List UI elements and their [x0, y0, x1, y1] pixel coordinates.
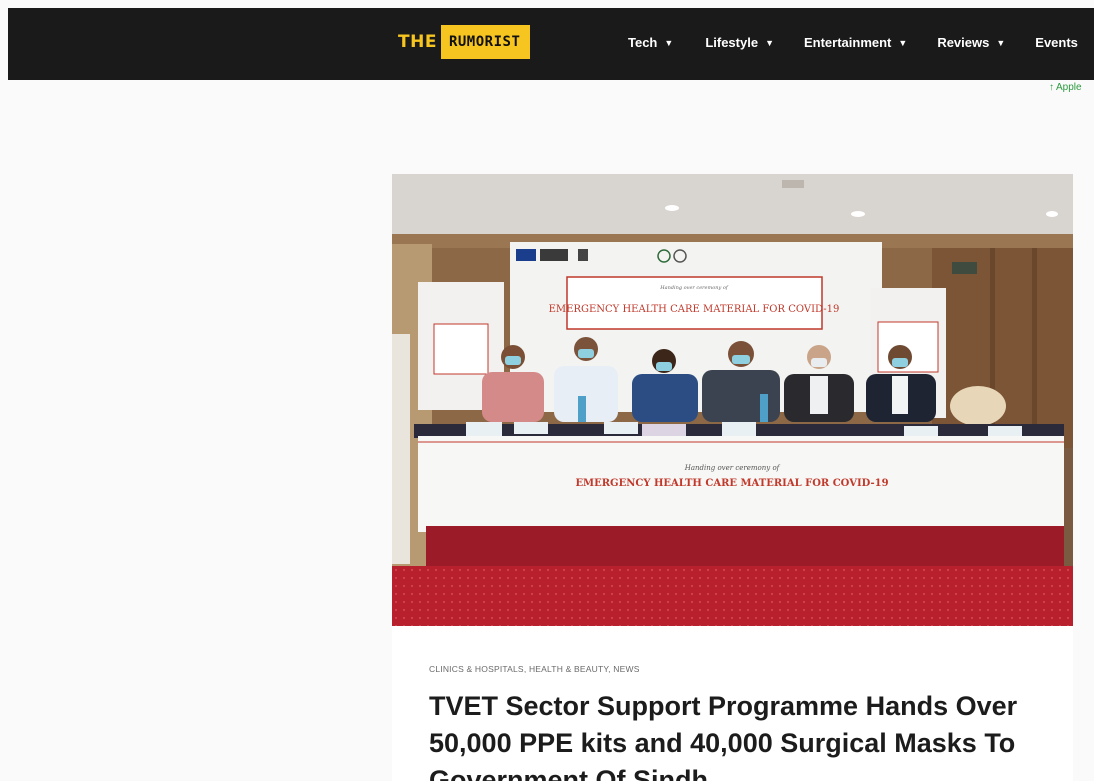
article-title[interactable]: TVET Sector Support Programme Hands Over…	[429, 688, 1049, 781]
chevron-down-icon: ▼	[664, 37, 674, 48]
trending-ticker[interactable]: ↑ Apple	[1049, 82, 1082, 93]
nav-item-tech[interactable]: Tech ▼	[628, 35, 673, 50]
logo-the-text: THE	[398, 32, 437, 52]
table-small-text: Handing over ceremony of	[684, 464, 781, 472]
nav-item-label: Reviews	[937, 35, 990, 50]
nav-item-lifestyle[interactable]: Lifestyle ▼	[705, 35, 774, 50]
main-nav: Tech ▼ Lifestyle ▼ Entertainment ▼ Revie…	[628, 35, 1078, 50]
nav-item-entertainment[interactable]: Entertainment ▼	[804, 35, 907, 50]
nav-item-events[interactable]: Events	[1035, 35, 1078, 50]
logo-name-text: RUMORIST	[440, 25, 531, 59]
site-header: THE RUMORIST Tech ▼ Lifestyle ▼ Entertai…	[8, 8, 1094, 80]
category-link-clinics-hospitals[interactable]: CLINICS & HOSPITALS	[429, 664, 524, 674]
nav-item-label: Lifestyle	[705, 35, 759, 50]
chevron-down-icon: ▼	[765, 37, 774, 48]
category-link-news[interactable]: NEWS	[613, 664, 639, 674]
chevron-down-icon: ▼	[898, 37, 908, 48]
article-categories: CLINICS & HOSPITALS, HEALTH & BEAUTY, NE…	[429, 664, 640, 674]
category-link-health-beauty[interactable]: HEALTH & BEAUTY	[529, 664, 608, 674]
table-heading-text: EMERGENCY HEALTH CARE MATERIAL FOR COVID…	[575, 478, 888, 489]
article-card: Handing over ceremony of EMERGENCY HEALT…	[392, 174, 1073, 781]
nav-item-label: Tech	[628, 35, 658, 50]
chevron-down-icon: ▼	[996, 37, 1006, 48]
nav-item-label: Entertainment	[803, 35, 892, 50]
banner-heading-text: EMERGENCY HEALTH CARE MATERIAL FOR COVID…	[549, 304, 840, 315]
nav-item-label: Events	[1035, 35, 1078, 50]
page: THE RUMORIST Tech ▼ Lifestyle ▼ Entertai…	[0, 0, 1094, 781]
nav-item-reviews[interactable]: Reviews ▼	[937, 35, 1005, 50]
ticker-text: Apple	[1056, 82, 1082, 93]
hero-photo: Handing over ceremony of EMERGENCY HEALT…	[392, 174, 1073, 626]
trending-up-icon: ↑	[1049, 82, 1054, 93]
banner-small-text: Handing over ceremony of	[659, 285, 729, 291]
site-logo[interactable]: THE RUMORIST	[398, 22, 531, 62]
article-hero-image[interactable]: Handing over ceremony of EMERGENCY HEALT…	[392, 174, 1073, 626]
